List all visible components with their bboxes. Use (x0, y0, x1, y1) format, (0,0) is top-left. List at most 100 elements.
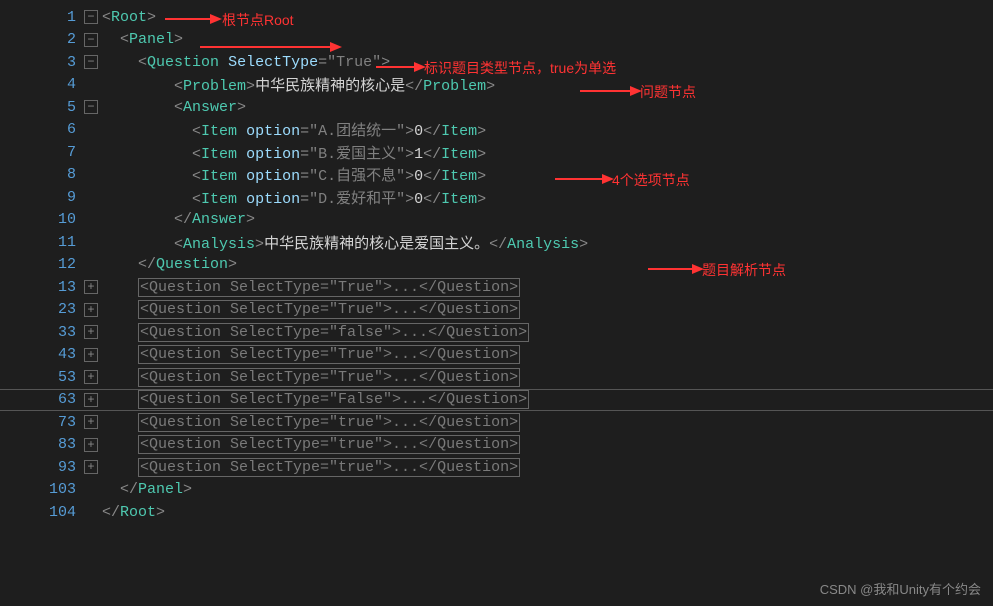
code-content[interactable]: <Question SelectType="False">...</Questi… (102, 390, 529, 409)
code-content[interactable]: <Root> (102, 9, 156, 26)
code-line[interactable]: 53+ <Question SelectType="True">...</Que… (0, 366, 993, 389)
fold-collapse-icon[interactable]: − (84, 55, 98, 69)
fold-expand-icon[interactable]: + (84, 438, 98, 452)
fold-expand-icon[interactable]: + (84, 460, 98, 474)
line-number: 10 (0, 211, 84, 228)
line-number: 33 (0, 324, 84, 341)
line-number: 3 (0, 54, 84, 71)
line-number: 6 (0, 121, 84, 138)
annotation-text: 标识题目类型节点，true为单选 (424, 58, 616, 78)
line-number: 104 (0, 504, 84, 521)
watermark: CSDN @我和Unity有个约会 (820, 579, 981, 598)
fold-collapse-icon[interactable]: − (84, 100, 98, 114)
code-content[interactable]: <Question SelectType="true">...</Questio… (102, 413, 520, 432)
annotation-arrow (555, 178, 602, 180)
annotation-arrow (165, 18, 210, 20)
code-line[interactable]: 73+ <Question SelectType="true">...</Que… (0, 411, 993, 434)
code-content[interactable]: <Question SelectType="True">...</Questio… (102, 345, 520, 364)
line-number: 73 (0, 414, 84, 431)
annotation-text: 根节点Root (222, 10, 294, 30)
code-content[interactable]: <Analysis>中华民族精神的核心是爱国主义。</Analysis> (102, 232, 588, 253)
code-content[interactable]: </Root> (102, 504, 165, 521)
line-number: 53 (0, 369, 84, 386)
annotation-arrow-head (210, 14, 222, 24)
line-number: 8 (0, 166, 84, 183)
code-editor[interactable]: 1−<Root>2− <Panel>3− <Question SelectTyp… (0, 0, 993, 524)
line-number: 12 (0, 256, 84, 273)
annotation-text: 问题节点 (640, 82, 696, 102)
fold-expand-icon[interactable]: + (84, 415, 98, 429)
line-number: 83 (0, 436, 84, 453)
code-line[interactable]: 13+ <Question SelectType="True">...</Que… (0, 276, 993, 299)
code-line[interactable]: 83+ <Question SelectType="true">...</Que… (0, 434, 993, 457)
code-content[interactable]: </Answer> (102, 211, 255, 228)
line-number: 4 (0, 76, 84, 93)
line-number: 93 (0, 459, 84, 476)
code-line[interactable]: 1−<Root> (0, 6, 993, 29)
line-number: 1 (0, 9, 84, 26)
code-line[interactable]: 2− <Panel> (0, 29, 993, 52)
code-line[interactable]: 23+ <Question SelectType="True">...</Que… (0, 299, 993, 322)
code-content[interactable]: <Question SelectType="true">...</Questio… (102, 435, 520, 454)
annotation-arrow-head (330, 42, 342, 52)
fold-expand-icon[interactable]: + (84, 280, 98, 294)
line-number: 43 (0, 346, 84, 363)
line-number: 7 (0, 144, 84, 161)
code-content[interactable]: <Question SelectType="false">...</Questi… (102, 323, 529, 342)
code-line[interactable]: 6 <Item option="A.团结统一">0</Item> (0, 119, 993, 142)
line-number: 13 (0, 279, 84, 296)
code-line[interactable]: 104 </Root> (0, 501, 993, 524)
code-content[interactable]: </Panel> (102, 481, 192, 498)
line-number: 2 (0, 31, 84, 48)
code-content[interactable]: <Item option="B.爱国主义">1</Item> (102, 142, 486, 163)
fold-collapse-icon[interactable]: − (84, 10, 98, 24)
code-line[interactable]: 9 <Item option="D.爱好和平">0</Item> (0, 186, 993, 209)
collapsed-region[interactable]: <Question SelectType="true">...</Questio… (138, 413, 520, 432)
code-content[interactable]: <Answer> (102, 99, 246, 116)
collapsed-region[interactable]: <Question SelectType="true">...</Questio… (138, 458, 520, 477)
line-number: 103 (0, 481, 84, 498)
code-content[interactable]: <Question SelectType="True">...</Questio… (102, 368, 520, 387)
fold-expand-icon[interactable]: + (84, 348, 98, 362)
code-content[interactable]: <Question SelectType="True">...</Questio… (102, 300, 520, 319)
collapsed-region[interactable]: <Question SelectType="True">...</Questio… (138, 278, 520, 297)
code-content[interactable]: <Panel> (102, 31, 183, 48)
annotation-arrow (648, 268, 692, 270)
collapsed-region[interactable]: <Question SelectType="False">...</Questi… (138, 390, 529, 409)
fold-collapse-icon[interactable]: − (84, 33, 98, 47)
code-content[interactable]: <Question SelectType="True">...</Questio… (102, 278, 520, 297)
code-line[interactable]: 5− <Answer> (0, 96, 993, 119)
collapsed-region[interactable]: <Question SelectType="True">...</Questio… (138, 368, 520, 387)
code-content[interactable]: <Item option="A.团结统一">0</Item> (102, 119, 486, 140)
line-number: 63 (0, 391, 84, 408)
code-line[interactable]: 11 <Analysis>中华民族精神的核心是爱国主义。</Analysis> (0, 231, 993, 254)
code-line[interactable]: 8 <Item option="C.自强不息">0</Item> (0, 164, 993, 187)
code-line[interactable]: 63+ <Question SelectType="False">...</Qu… (0, 389, 993, 412)
fold-expand-icon[interactable]: + (84, 370, 98, 384)
code-content[interactable]: </Question> (102, 256, 237, 273)
code-line[interactable]: 10 </Answer> (0, 209, 993, 232)
collapsed-region[interactable]: <Question SelectType="True">...</Questio… (138, 300, 520, 319)
code-content[interactable]: <Item option="D.爱好和平">0</Item> (102, 187, 486, 208)
fold-expand-icon[interactable]: + (84, 393, 98, 407)
annotation-text: 4个选项节点 (612, 170, 690, 190)
code-line[interactable]: 7 <Item option="B.爱国主义">1</Item> (0, 141, 993, 164)
code-content[interactable]: <Question SelectType="true">...</Questio… (102, 458, 520, 477)
line-number: 11 (0, 234, 84, 251)
code-line[interactable]: 33+ <Question SelectType="false">...</Qu… (0, 321, 993, 344)
line-number: 23 (0, 301, 84, 318)
code-content[interactable]: <Question SelectType="True"> (102, 54, 390, 71)
code-content[interactable]: <Item option="C.自强不息">0</Item> (102, 164, 486, 185)
code-line[interactable]: 12 </Question> (0, 254, 993, 277)
collapsed-region[interactable]: <Question SelectType="true">...</Questio… (138, 435, 520, 454)
code-line[interactable]: 43+ <Question SelectType="True">...</Que… (0, 344, 993, 367)
fold-expand-icon[interactable]: + (84, 325, 98, 339)
code-line[interactable]: 103 </Panel> (0, 479, 993, 502)
annotation-arrow (376, 66, 414, 68)
annotation-text: 题目解析节点 (702, 260, 786, 280)
annotation-arrow (200, 46, 330, 48)
collapsed-region[interactable]: <Question SelectType="false">...</Questi… (138, 323, 529, 342)
fold-expand-icon[interactable]: + (84, 303, 98, 317)
collapsed-region[interactable]: <Question SelectType="True">...</Questio… (138, 345, 520, 364)
code-line[interactable]: 93+ <Question SelectType="true">...</Que… (0, 456, 993, 479)
